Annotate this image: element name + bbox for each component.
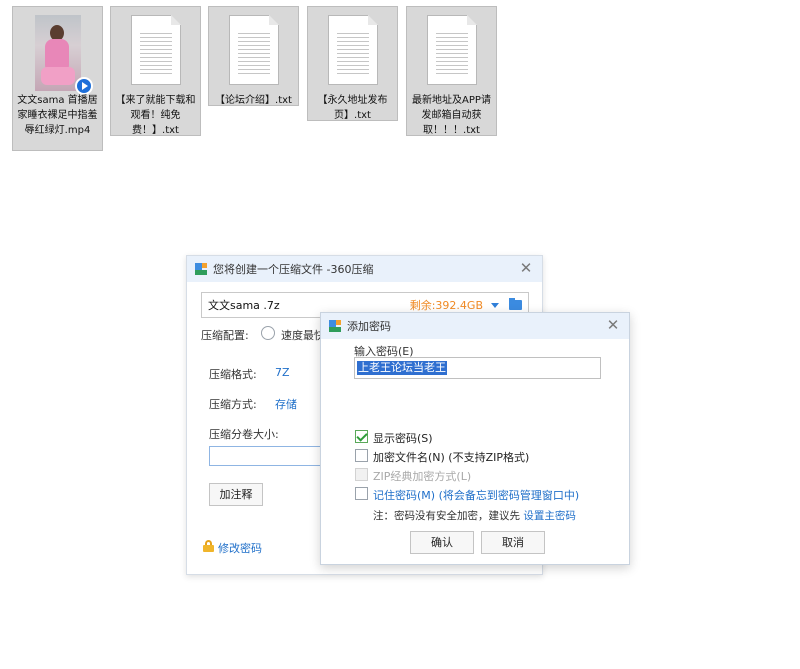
file-name: 【来了就能下载和观看！纯免费！】.txt [115, 95, 196, 136]
remember-password-checkbox[interactable] [355, 487, 368, 500]
file-name: 文文sama 首播居家睡衣裸足中指羞辱红绿灯.mp4 [17, 95, 98, 136]
text-file-icon [426, 15, 477, 85]
file-name: 【永久地址发布页】.txt [317, 95, 388, 121]
encrypt-filenames-checkbox[interactable] [355, 449, 368, 462]
text-file-icon [327, 15, 378, 85]
split-size-input[interactable] [209, 446, 329, 466]
password-value[interactable]: 上老王论坛当老王 [357, 361, 447, 375]
config-label: 压缩配置: [201, 329, 249, 342]
password-input[interactable]: 上老王论坛当老王 [354, 357, 601, 379]
speed-option-label: 速度最快 [281, 329, 325, 342]
free-space: 剩余:392.4GB [409, 299, 483, 312]
file-name: 最新地址及APP请发邮箱自动获取！！！.txt [412, 95, 491, 136]
security-note: 注：密码没有安全加密，建议先 设置主密码 [373, 508, 576, 523]
add-comment-button[interactable]: 加注释 [209, 483, 263, 506]
format-label: 压缩格式: [209, 368, 257, 381]
remember-password-label: 记住密码(M) (将会备忘到密码管理窗口中) [373, 489, 580, 502]
video-thumbnail [34, 15, 93, 95]
close-icon[interactable]: ✕ [605, 317, 621, 333]
zip-classic-label: ZIP经典加密方式(L) [373, 470, 472, 483]
app-icon [329, 320, 341, 332]
format-value[interactable]: 7Z [275, 366, 290, 379]
close-icon[interactable]: ✕ [518, 260, 534, 276]
speed-radio[interactable] [261, 326, 275, 340]
app-icon [195, 263, 207, 275]
split-size-label: 压缩分卷大小: [209, 428, 279, 441]
show-password-label: 显示密码(S) [373, 432, 433, 445]
lock-icon [203, 540, 214, 552]
file-video[interactable]: 文文sama 首播居家睡衣裸足中指羞辱红绿灯.mp4 [12, 6, 103, 151]
method-value[interactable]: 存储 [275, 396, 297, 412]
file-text-2[interactable]: 【论坛介绍】.txt [208, 6, 299, 106]
ok-button[interactable]: 确认 [410, 531, 474, 554]
cancel-button[interactable]: 取消 [481, 531, 545, 554]
dialog-titlebar: 您将创建一个压缩文件 -360压缩 ✕ [187, 256, 542, 282]
dialog-title: 您将创建一个压缩文件 -360压缩 [213, 263, 374, 276]
text-file-icon [228, 15, 279, 85]
file-text-4[interactable]: 最新地址及APP请发邮箱自动获取！！！.txt [406, 6, 497, 136]
show-password-checkbox[interactable] [355, 430, 368, 443]
set-master-password-link[interactable]: 设置主密码 [523, 510, 576, 522]
password-dialog: 添加密码 ✕ 输入密码(E) 上老王论坛当老王 显示密码(S) 加密文件名(N)… [320, 312, 630, 565]
password-dialog-title: 添加密码 [347, 320, 391, 333]
file-text-3[interactable]: 【永久地址发布页】.txt [307, 6, 398, 121]
password-dialog-titlebar: 添加密码 ✕ [321, 313, 629, 339]
folder-icon[interactable] [509, 298, 522, 310]
note-text: 注：密码没有安全加密，建议先 [373, 510, 520, 522]
chevron-down-icon[interactable] [491, 302, 499, 308]
zip-classic-checkbox [355, 468, 368, 481]
method-label: 压缩方式: [209, 398, 257, 411]
file-text-1[interactable]: 【来了就能下载和观看！纯免费！】.txt [110, 6, 201, 136]
text-file-icon [130, 15, 181, 85]
encrypt-filenames-label: 加密文件名(N) (不支持ZIP格式) [373, 451, 530, 464]
archive-name[interactable]: 文文sama .7z [208, 297, 410, 313]
file-name: 【论坛介绍】.txt [215, 95, 292, 106]
change-password-link[interactable]: 修改密码 [218, 540, 262, 556]
